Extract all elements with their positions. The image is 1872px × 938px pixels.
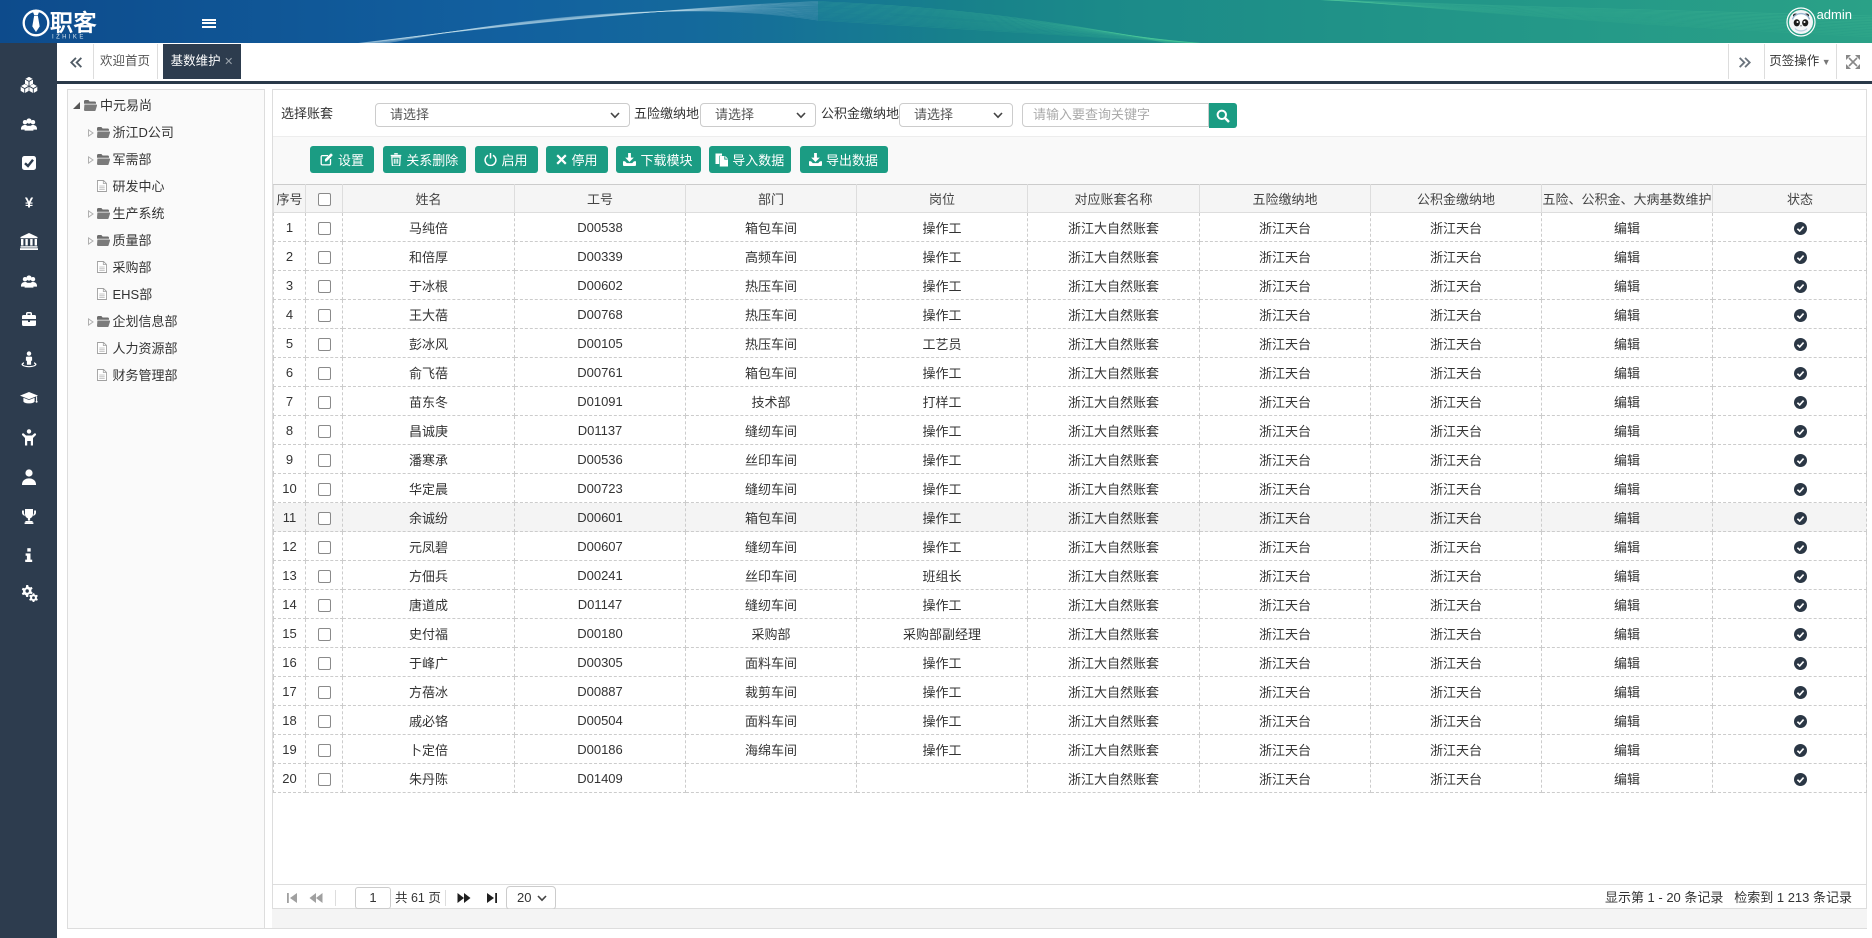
svg-text:职客: 职客 [50, 10, 98, 36]
svg-text:¥: ¥ [24, 195, 33, 211]
svg-text:IZHIKE: IZHIKE [52, 35, 86, 41]
